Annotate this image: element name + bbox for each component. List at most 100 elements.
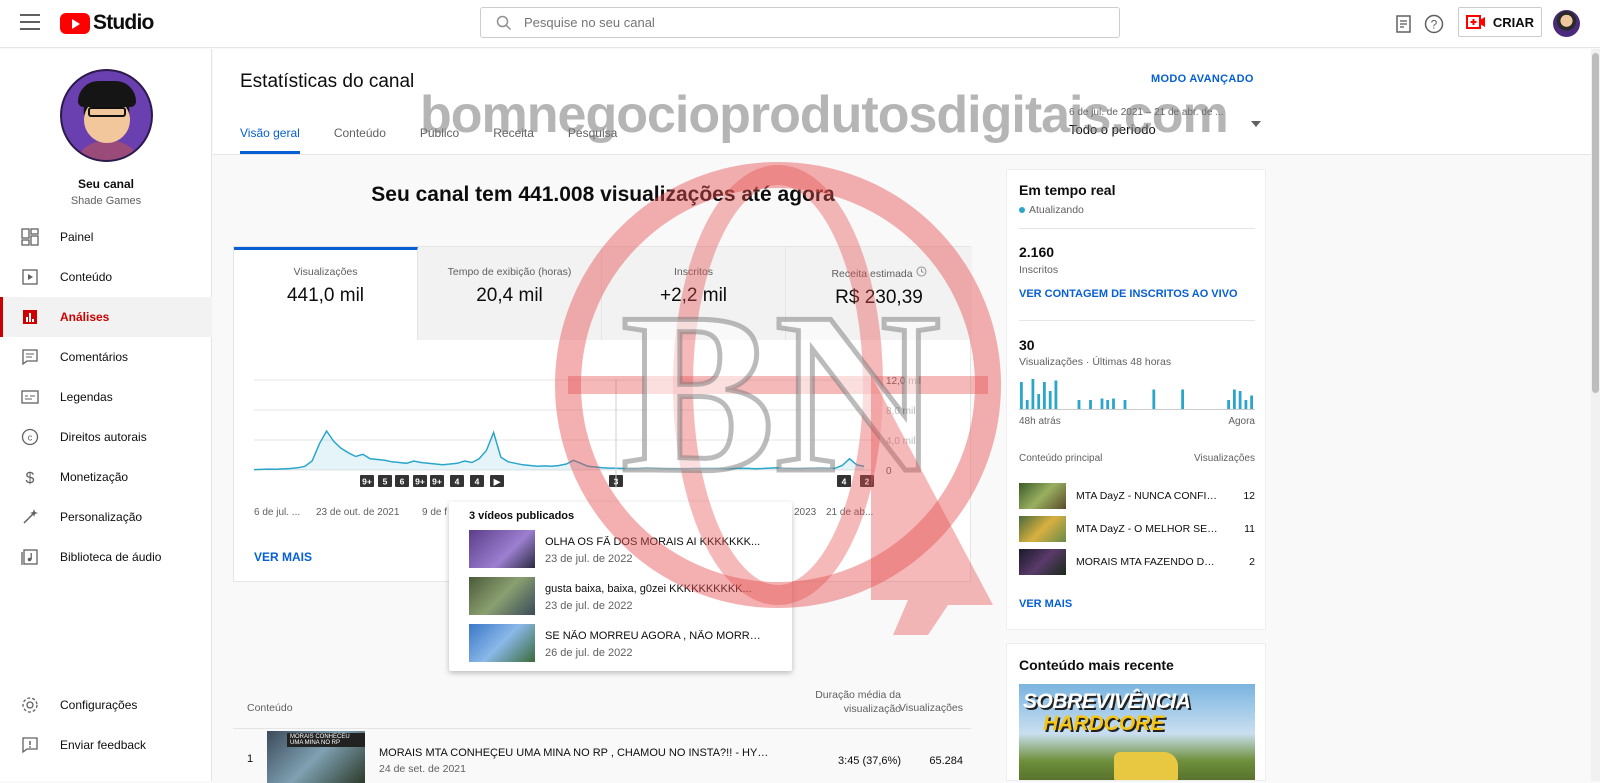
video-title: MTA DayZ - O MELHOR SER... xyxy=(1076,523,1221,535)
y-tick-label: 8,0 mil xyxy=(886,406,915,417)
sidebar-item-comentarios[interactable]: Comentários xyxy=(0,337,212,377)
sidebar-item-direitos-autorais[interactable]: c Direitos autorais xyxy=(0,417,212,457)
spark-bar xyxy=(1043,382,1046,409)
recent-video-thumbnail[interactable]: SOBREVIVÊNCIA HARDCORE xyxy=(1019,684,1255,780)
notifications-icon[interactable] xyxy=(1392,12,1416,36)
video-marker-label: 9+ xyxy=(415,477,425,487)
spark-bar xyxy=(1227,400,1230,409)
top-content-item[interactable]: MTA DayZ - O MELHOR SER... 11 xyxy=(1019,516,1255,542)
video-thumbnail xyxy=(1019,549,1066,575)
views-count: 12 xyxy=(1243,490,1255,502)
sidebar-item-enviar-feedback[interactable]: Enviar feedback xyxy=(0,725,212,765)
content-table-header: Conteúdo Duração média da visualização V… xyxy=(233,680,971,726)
create-label: CRIAR xyxy=(1492,14,1535,30)
sidebar-item-monetizacao[interactable]: $ Monetização xyxy=(0,457,212,497)
column-avg-duration[interactable]: Duração média da visualização xyxy=(773,688,901,716)
video-title: MORAIS MTA CONHEÇEU UMA MINA NO RP , CHA… xyxy=(379,747,774,759)
table-row[interactable]: 1 MORAIS CONHECEU UMA MINA NO RP MORAIS … xyxy=(233,728,971,783)
sidebar-item-label: Comentários xyxy=(60,350,129,364)
sidebar-item-conteudo[interactable]: Conteúdo xyxy=(0,257,212,297)
spark-axis-end: Agora xyxy=(1228,416,1255,427)
account-avatar[interactable] xyxy=(1553,10,1580,37)
tab-conteudo[interactable]: Conteúdo xyxy=(334,126,386,154)
realtime-status: Atualizando xyxy=(1019,204,1084,216)
avg-duration: 3:45 (37,6%) xyxy=(838,755,901,767)
subtitles-icon xyxy=(21,390,39,404)
video-date: 23 de jul. de 2022 xyxy=(545,553,633,565)
sidebar-item-configuracoes[interactable]: Configurações xyxy=(0,685,212,725)
car-graphic xyxy=(1114,752,1178,780)
see-more-link[interactable]: VER MAIS xyxy=(254,550,312,564)
column-views: Visualizações xyxy=(1194,453,1255,464)
sidebar-item-legendas[interactable]: Legendas xyxy=(0,377,212,417)
realtime-see-more-link[interactable]: VER MAIS xyxy=(1019,598,1072,610)
period-selector[interactable]: 6 de jul. de 2021 – 21 de abr. de ... To… xyxy=(1069,107,1261,137)
tab-publico[interactable]: Público xyxy=(420,126,459,154)
tooltip-video-item[interactable]: SE NÃO MORREU AGORA , NÃO MORRE... 26 de… xyxy=(469,624,779,662)
spark-axis-start: 48h atrás xyxy=(1019,416,1061,427)
analytics-tabs: Visão geral Conteúdo Público Receita Pes… xyxy=(240,126,651,154)
divider xyxy=(1019,320,1255,321)
sidebar-item-analises[interactable]: Análises xyxy=(0,297,212,337)
studio-logo[interactable]: Studio xyxy=(60,11,154,35)
video-title: gusta baixa, baixa, g0zei KKKKKKKKKK... xyxy=(545,583,752,595)
help-icon[interactable]: ? xyxy=(1422,12,1446,36)
x-tick-label: 21 de ab... xyxy=(826,507,873,518)
video-marker-label: 4 xyxy=(475,477,480,487)
magic-wand-icon xyxy=(23,509,38,524)
realtime-card: Em tempo real Atualizando 2.160 Inscrito… xyxy=(1006,169,1266,630)
x-tick-label: 2023 xyxy=(794,507,817,518)
spark-bar xyxy=(1089,400,1092,409)
video-marker-label: 4 xyxy=(455,477,460,487)
divider xyxy=(1019,228,1255,229)
row-index: 1 xyxy=(247,753,254,765)
spark-bar xyxy=(1031,379,1035,409)
sidebar-item-personalizacao[interactable]: Personalização xyxy=(0,497,212,537)
create-video-icon xyxy=(1465,15,1485,29)
svg-text:?: ? xyxy=(1431,18,1438,32)
tooltip-video-item[interactable]: gusta baixa, baixa, g0zei KKKKKKKKKK... … xyxy=(469,577,779,615)
spark-bar xyxy=(1054,380,1058,409)
tooltip-video-item[interactable]: OLHA OS FÃ DOS MORAIS AI KKKKKKK... 23 d… xyxy=(469,530,779,568)
svg-text:$: $ xyxy=(26,470,35,487)
scrollbar-thumb[interactable] xyxy=(1592,53,1599,393)
y-tick-label: 0 xyxy=(886,466,892,477)
spark-bar xyxy=(1181,389,1184,409)
thumbnail-text-line1: SOBREVIVÊNCIA xyxy=(1023,690,1191,713)
channel-avatar[interactable] xyxy=(60,69,153,162)
page-scrollbar[interactable] xyxy=(1591,49,1600,781)
metric-watch-time[interactable]: Tempo de exibição (horas) 20,4 mil xyxy=(418,247,602,340)
analytics-icon xyxy=(23,310,37,324)
views-chart[interactable]: 12,0 mil8,0 mil4,0 mil09+569+9+44▶3426 d… xyxy=(234,340,972,520)
metric-views[interactable]: Visualizações 441,0 mil xyxy=(234,247,418,340)
metric-revenue[interactable]: Receita estimada R$ 230,39 xyxy=(786,247,972,340)
video-marker-label: 5 xyxy=(383,477,388,487)
top-bar: Studio ? CRIAR xyxy=(0,0,1600,48)
metric-subscribers[interactable]: Inscritos +2,2 mil xyxy=(602,247,786,340)
views-count: 2 xyxy=(1249,556,1255,568)
live-subscriber-count-link[interactable]: VER CONTAGEM DE INSCRITOS AO VIVO xyxy=(1019,288,1238,300)
tab-receita[interactable]: Receita xyxy=(493,126,534,154)
column-views[interactable]: Visualizações xyxy=(883,702,963,714)
top-content-item[interactable]: MORAIS MTA FAZENDO DAR... 2 xyxy=(1019,549,1255,575)
spark-bar xyxy=(1233,389,1236,409)
video-title: SE NÃO MORREU AGORA , NÃO MORRE... xyxy=(545,630,765,642)
sidebar-item-painel[interactable]: Painel xyxy=(0,217,212,257)
top-content-item[interactable]: MTA DayZ - NUNCA CONFIE ... 12 xyxy=(1019,483,1255,509)
realtime-views-count: 30 xyxy=(1019,337,1035,353)
tab-visao-geral[interactable]: Visão geral xyxy=(240,126,300,154)
column-content: Conteúdo xyxy=(247,702,293,714)
sidebar-nav: Painel Conteúdo Análises Comentários Leg… xyxy=(0,217,212,577)
sidebar-item-biblioteca-de-audio[interactable]: Biblioteca de áudio xyxy=(0,537,212,577)
search-input[interactable] xyxy=(524,15,1084,30)
tab-pesquisa[interactable]: Pesquisa xyxy=(568,126,617,154)
realtime-sparkline[interactable] xyxy=(1019,376,1255,410)
video-title: OLHA OS FÃ DOS MORAIS AI KKKKKKK... xyxy=(545,536,761,548)
menu-icon[interactable] xyxy=(20,14,40,30)
advanced-mode-button[interactable]: MODO AVANÇADO xyxy=(1151,73,1254,85)
search-box[interactable] xyxy=(480,7,1120,38)
video-title: MTA DayZ - NUNCA CONFIE ... xyxy=(1076,490,1221,502)
sidebar-item-label: Biblioteca de áudio xyxy=(60,550,162,564)
content-icon xyxy=(22,269,38,285)
create-button[interactable]: CRIAR xyxy=(1458,7,1542,37)
